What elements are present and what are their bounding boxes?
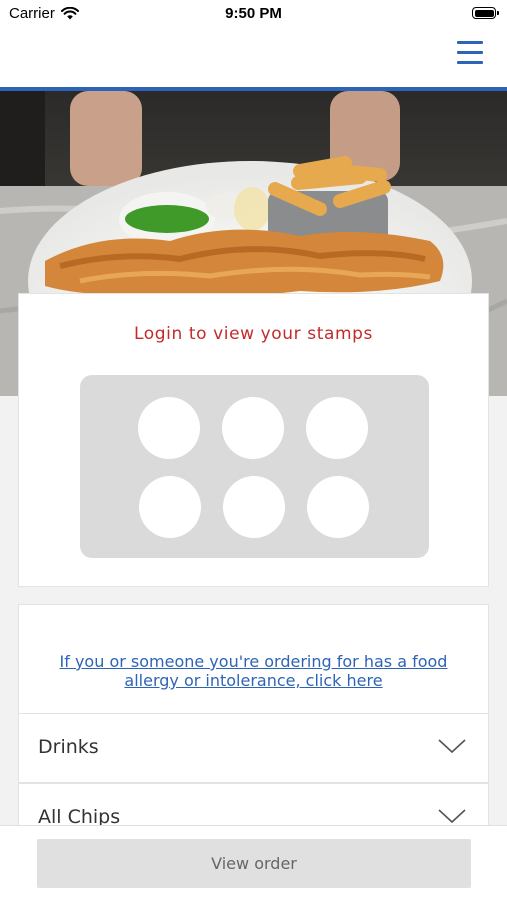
stamp-slot: [139, 476, 201, 538]
battery-icon: [472, 7, 499, 19]
clock: 9:50 PM: [225, 5, 282, 22]
bottom-bar: View order: [0, 825, 507, 900]
category-drinks[interactable]: Drinks: [18, 713, 489, 783]
status-bar: Carrier 9:50 PM: [0, 0, 507, 28]
stamp-slot: [306, 397, 368, 459]
allergy-notice: If you or someone you're ordering for ha…: [18, 604, 489, 713]
nav-bar: [0, 28, 507, 91]
login-to-view-stamps-link[interactable]: Login to view your stamps: [19, 324, 488, 344]
stamp-slot: [138, 397, 200, 459]
stamp-slot: [222, 397, 284, 459]
chevron-down-icon: [438, 739, 466, 754]
chevron-down-icon: [438, 809, 466, 824]
hamburger-menu-icon[interactable]: [457, 41, 483, 65]
category-label: Drinks: [38, 736, 99, 758]
stamp-grid: [80, 375, 429, 558]
stamp-card: Login to view your stamps: [18, 293, 489, 587]
view-order-button[interactable]: View order: [37, 839, 471, 888]
stamp-slot: [223, 476, 285, 538]
allergy-info-link[interactable]: If you or someone you're ordering for ha…: [39, 652, 468, 690]
stamp-slot: [307, 476, 369, 538]
